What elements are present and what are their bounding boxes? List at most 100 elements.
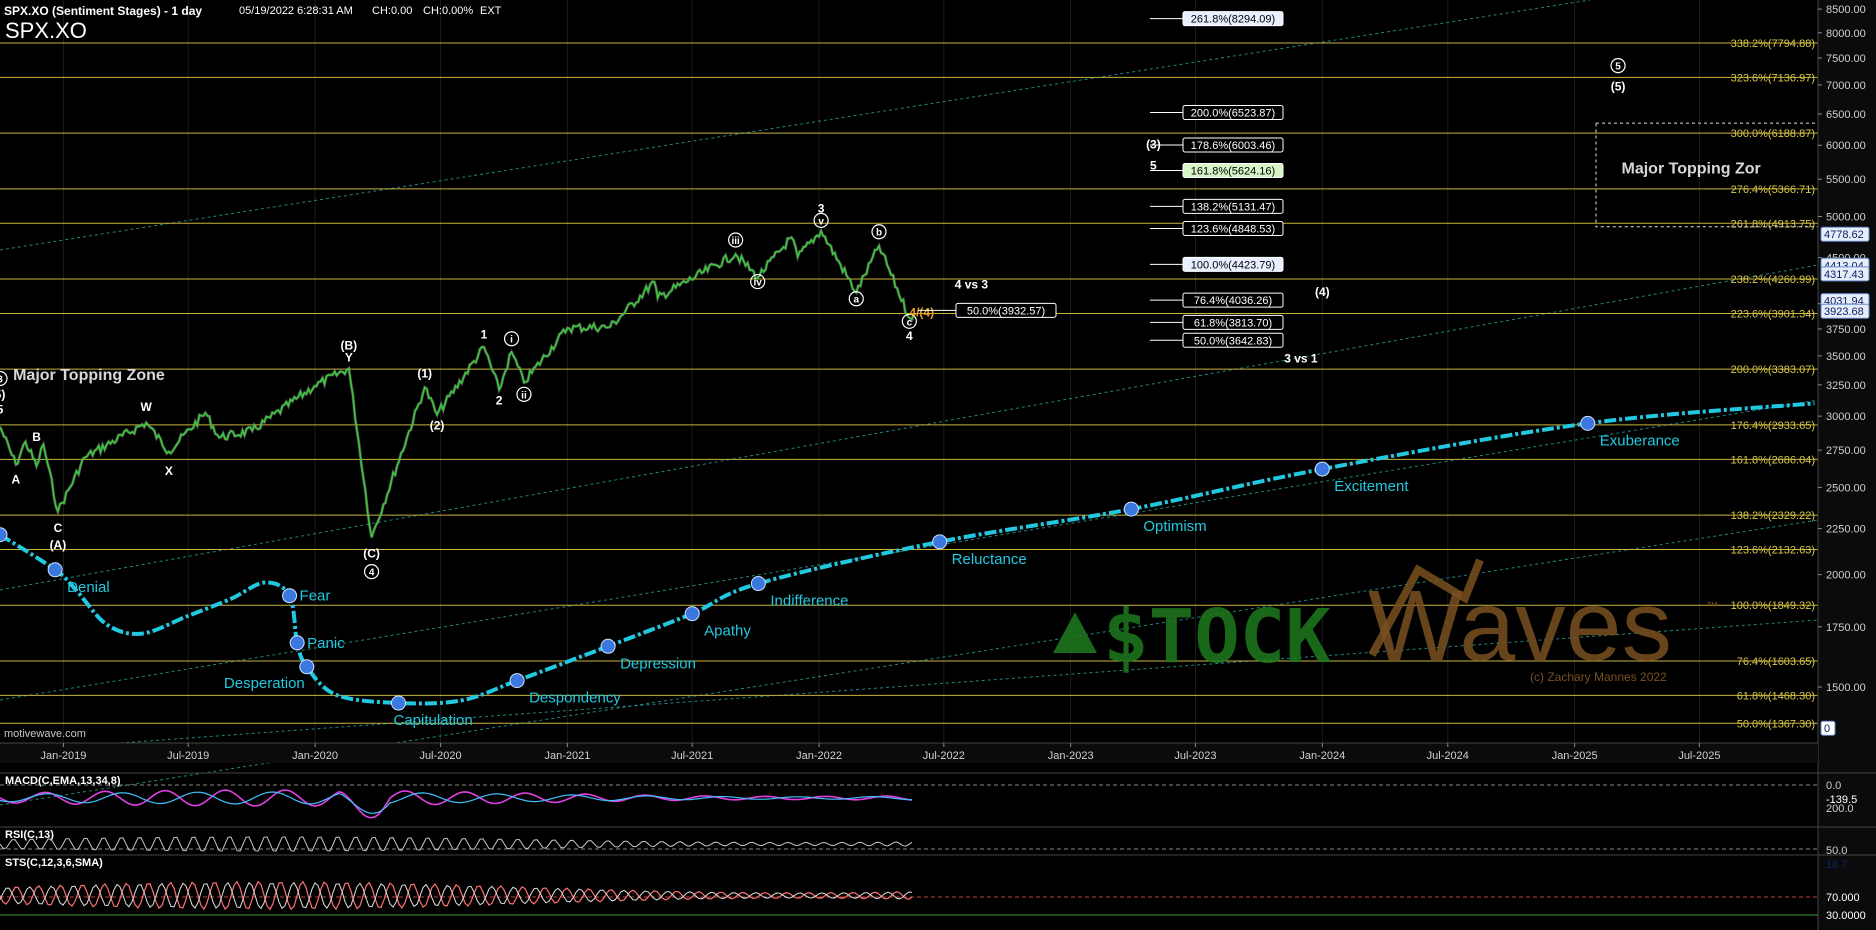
y-tick-label: 5000.00: [1826, 211, 1866, 223]
sentiment-stage-point[interactable]: [750, 576, 766, 592]
price-axis-badge-label: 4778.62: [1824, 229, 1864, 241]
wave-label: 4/(4): [909, 306, 934, 320]
x-tick-label: Jul-2025: [1678, 750, 1720, 762]
y-tick-label: 6500.00: [1826, 109, 1866, 121]
fib-line-label: 300.0%(6188.87): [1731, 128, 1815, 140]
sentiment-stage-point[interactable]: [289, 635, 305, 651]
sentiment-stage-point[interactable]: [1314, 461, 1330, 477]
fib-line-label: 276.4%(5366.71): [1731, 184, 1815, 196]
fib-line-label: 61.8%(1468.30): [1737, 690, 1815, 702]
indicator-tick-label: 70.000: [1826, 892, 1860, 904]
chart-canvas: 338.2%(7794.88) 323.6%(7136.97) 300.0%(618…: [0, 0, 1876, 930]
x-tick-label: Jan-2022: [796, 750, 842, 762]
y-tick-label: 8500.00: [1826, 4, 1866, 16]
price-axis-badge-label: 0: [1824, 723, 1830, 735]
fib-line-label: 123.6%(2132.63): [1731, 545, 1815, 557]
wave-label: W: [140, 400, 152, 414]
x-tick-label: Jan-2024: [1299, 750, 1345, 762]
fib-line-label: 200.0%(3383.07): [1731, 364, 1815, 376]
target-box-label: 50.0%(3932.57): [967, 305, 1045, 317]
fib-line-label: 176.4%(2933.65): [1731, 420, 1815, 432]
wave-label: v: [818, 216, 824, 227]
target-box-label: 123.6%(4848.53): [1191, 224, 1275, 236]
target-box-label: 138.2%(5131.47): [1191, 201, 1275, 213]
target-box-label: 76.4%(4036.26): [1194, 295, 1272, 307]
sentiment-stage-label: Denial: [67, 579, 110, 596]
price-axis-badge-label: 3923.68: [1824, 306, 1864, 318]
sentiment-stage-point[interactable]: [509, 673, 525, 689]
header-change-pct: CH:0.00%: [423, 5, 473, 17]
x-tick-label: Jan-2021: [544, 750, 590, 762]
fib-line-label: 338.2%(7794.88): [1731, 38, 1815, 50]
wave-label: 3 vs 1: [1284, 352, 1318, 366]
wave-label: (1): [417, 367, 432, 381]
sentiment-stage-point[interactable]: [1580, 415, 1596, 431]
sentiment-stage-point[interactable]: [932, 534, 948, 550]
sentiment-stage-point[interactable]: [684, 606, 700, 622]
indicator-title: STS(C,12,3,6,SMA): [5, 857, 103, 869]
x-tick-label: Jul-2023: [1174, 750, 1216, 762]
x-tick-label: Jul-2020: [419, 750, 461, 762]
wave-label: 4: [369, 568, 375, 579]
watermark-copyright: (c) Zachary Mannes 2022: [1530, 670, 1667, 684]
target-box-label: 100.0%(4423.79): [1191, 259, 1275, 271]
wave-label: B: [32, 430, 41, 444]
wave-label: 5: [1615, 62, 1621, 73]
wave-label: (5): [1611, 80, 1626, 94]
y-tick-label: 7000.00: [1826, 80, 1866, 92]
header-symbol: SPX.XO: [5, 18, 87, 43]
wave-label: ii: [521, 390, 527, 401]
wave-label: b: [876, 228, 882, 239]
sentiment-stage-point[interactable]: [282, 588, 298, 604]
indicator-tick-label: 18.7: [1826, 859, 1847, 871]
sentiment-stage-label: Indifference: [770, 593, 848, 610]
y-tick-label: 3500.00: [1826, 351, 1866, 363]
wave-label: (2): [430, 418, 445, 432]
target-box-label: 50.0%(3642.83): [1194, 335, 1272, 347]
fib-line-label: 161.8%(2686.04): [1731, 454, 1815, 466]
wave-label: (C): [363, 546, 380, 560]
fib-line-label: 261.8%(4913.75): [1731, 218, 1815, 230]
fib-line-label: 238.2%(4260.99): [1731, 274, 1815, 286]
fib-line-label: 223.6%(3901.34): [1731, 308, 1815, 320]
y-tick-label: 5500.00: [1826, 174, 1866, 186]
fib-line-label: 323.6%(7136.97): [1731, 72, 1815, 84]
fib-line-label: 50.0%(1367.30): [1737, 718, 1815, 730]
y-tick-label: 2250.00: [1826, 524, 1866, 536]
wave-label: iv: [754, 278, 763, 289]
y-tick-label: 6000.00: [1826, 140, 1866, 152]
sentiment-stage-label: Depression: [620, 655, 696, 672]
wave-label: (4): [1315, 285, 1330, 299]
x-tick-label: Jan-2023: [1048, 750, 1094, 762]
y-tick-label: 1500.00: [1826, 682, 1866, 694]
fib-line-label: 138.2%(2329.22): [1731, 510, 1815, 522]
sentiment-stage-label: Reluctance: [952, 551, 1027, 568]
wave-label: C: [54, 521, 63, 535]
target-box-label: 161.8%(5624.16): [1191, 166, 1275, 178]
topping-zone-label: Major Topping Zone: [13, 367, 165, 384]
wave-label: 2: [496, 394, 503, 408]
wave-label: A: [12, 473, 21, 487]
x-tick-label: Jan-2020: [292, 750, 338, 762]
source-label: motivewave.com: [4, 728, 86, 740]
sentiment-stage-label: Excitement: [1334, 478, 1409, 495]
sentiment-stage-point[interactable]: [299, 659, 315, 675]
price-axis-badge-label: 4317.43: [1824, 269, 1864, 281]
header-change: CH:0.00: [372, 5, 412, 17]
sentiment-stage-point[interactable]: [600, 638, 616, 654]
sentiment-stage-point[interactable]: [390, 695, 406, 711]
header-session: EXT: [480, 5, 502, 17]
wave-label: 1: [481, 327, 488, 341]
y-tick-label: 3750.00: [1826, 324, 1866, 336]
fib-line-label: 100.0%(1849.32): [1731, 600, 1815, 612]
x-tick-label: Jul-2024: [1427, 750, 1469, 762]
x-tick-label: Jul-2019: [167, 750, 209, 762]
sentiment-stage-point[interactable]: [1123, 501, 1139, 517]
x-tick-label: Jul-2022: [923, 750, 965, 762]
y-tick-label: 1750.00: [1826, 622, 1866, 634]
sentiment-stage-point[interactable]: [47, 562, 63, 578]
target-box-label: 200.0%(6523.87): [1191, 108, 1275, 120]
topping-zone-label: Major Topping Zor: [1622, 161, 1761, 178]
wave-label: a: [853, 295, 859, 306]
wave-label: X: [165, 464, 173, 478]
